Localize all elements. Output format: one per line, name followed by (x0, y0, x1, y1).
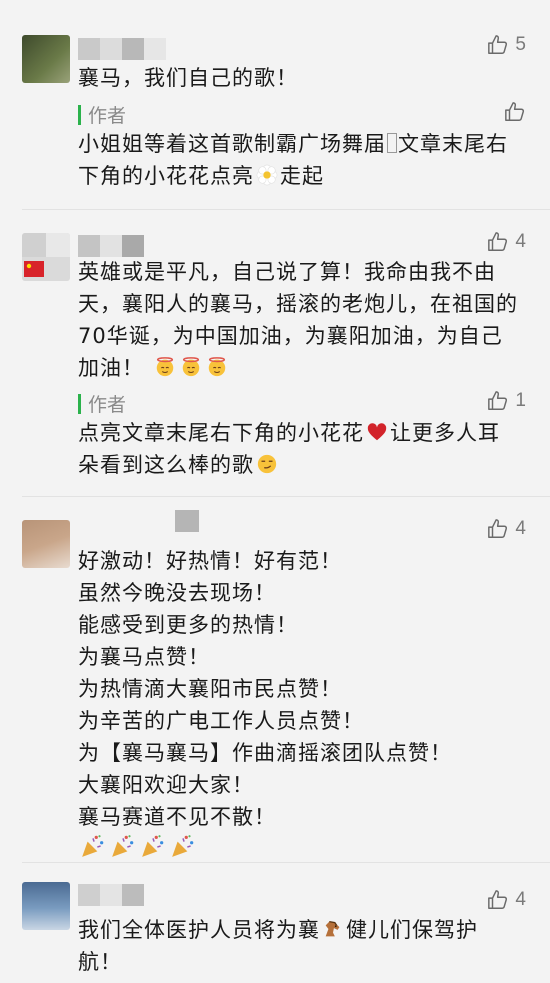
like-count: 4 (515, 518, 526, 539)
divider (22, 496, 550, 497)
thumbs-up-icon (488, 519, 508, 538)
party-popper-emoji (82, 835, 104, 857)
like-button[interactable]: 4 (487, 889, 526, 911)
avatar[interactable] (22, 35, 70, 83)
comment-line: 襄马赛道不见不散！ (78, 805, 276, 829)
divider (22, 862, 550, 863)
like-button[interactable]: 4 (487, 518, 526, 540)
like-count: 1 (515, 390, 526, 411)
reply-like-button[interactable] (504, 101, 526, 123)
thumbs-up-icon (488, 391, 508, 410)
nickname-blurred[interactable] (78, 884, 144, 906)
comment-line: 为辛苦的广电工作人员点赞！ (78, 709, 364, 733)
like-count: 4 (515, 889, 526, 910)
author-reply-label: 作者 (78, 101, 126, 128)
smirk-emoji (257, 454, 277, 474)
missing-glyph (387, 133, 397, 153)
like-button[interactable]: 4 (487, 231, 526, 253)
author-bar (78, 104, 81, 125)
horse-emoji (325, 921, 340, 937)
emoji-line (78, 833, 520, 865)
avatar[interactable] (22, 882, 70, 930)
comment-text: 英雄或是平凡，自己说了算！我命由我不由天，襄阳人的襄马，摇滚的老炮儿，在祖国的7… (78, 260, 518, 380)
party-popper-emoji (112, 835, 134, 857)
avatar[interactable] (22, 233, 70, 281)
reply-like-button[interactable]: 1 (487, 390, 526, 412)
flag-icon (24, 261, 44, 277)
heart-emoji (367, 423, 387, 441)
author-reply-label: 作者 (78, 390, 126, 417)
like-count: 5 (515, 34, 526, 55)
author-reply-text: 点亮文章末尾右下角的小花花 让更多人耳朵看到这么棒的歌 (78, 421, 500, 477)
angel-emoji (208, 357, 225, 377)
angel-emoji (182, 357, 199, 377)
angel-emoji (156, 357, 173, 377)
avatar[interactable] (22, 520, 70, 568)
comment-text: 我们全体医护人员将为襄 健儿们保驾护航！ (78, 918, 478, 974)
nickname-blurred[interactable] (78, 235, 144, 257)
comment-line: 虽然今晚没去现场！ (78, 581, 276, 605)
party-popper-emoji (142, 835, 164, 857)
author-bar (78, 393, 81, 414)
comment-line: 大襄阳欢迎大家！ (78, 773, 254, 797)
party-popper-emoji (172, 835, 194, 857)
comment-line: 为【襄马襄马】作曲滴摇滚团队点赞！ (78, 741, 452, 765)
comment-line: 为热情滴大襄阳市民点赞！ (78, 677, 342, 701)
nickname-blurred[interactable] (78, 38, 166, 60)
comment-line: 好激动！好热情！好有范！ (78, 549, 342, 573)
thumbs-up-icon (488, 232, 508, 251)
thumbs-up-icon (488, 890, 508, 909)
comment-line: 能感受到更多的热情！ (78, 613, 298, 637)
thumbs-up-icon (488, 35, 508, 54)
divider (22, 209, 550, 210)
thumbs-up-icon (505, 102, 525, 121)
author-reply-text: 小姐姐等着这首歌制霸广场舞届 文章末尾右下角的小花花点亮 走起 (78, 132, 508, 188)
comment-line: 为襄马点赞！ (78, 645, 210, 669)
flower-emoji (256, 164, 278, 186)
nickname-blurred[interactable] (175, 510, 199, 532)
like-count: 4 (515, 231, 526, 252)
comment-lines: 好激动！好热情！好有范！ 虽然今晚没去现场！ 能感受到更多的热情！ 为襄马点赞！… (78, 545, 520, 865)
comment-text: 襄马，我们自己的歌！ (78, 66, 298, 90)
like-button[interactable]: 5 (487, 34, 526, 56)
